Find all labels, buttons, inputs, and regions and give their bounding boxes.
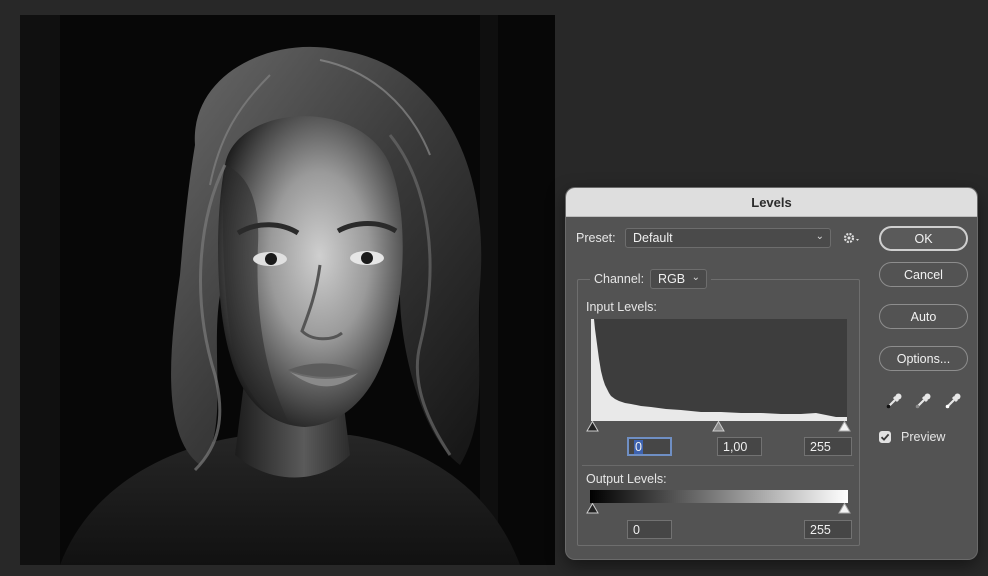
preset-value: Default [633,231,673,245]
eyedropper-black-icon[interactable] [885,392,903,413]
histogram [591,319,847,421]
portrait-photo [20,15,555,565]
input-gamma-slider[interactable] [712,420,725,435]
chevron-down-icon: ⌄ [815,231,824,242]
preset-label: Preset: [576,231,616,245]
preview-label: Preview [901,430,946,444]
channel-value: RGB [658,272,686,286]
input-gamma-value: 1,00 [723,439,748,454]
channel-select[interactable]: RGB ⌄ [650,269,708,289]
checkmark-icon [880,433,890,441]
output-gradient [590,490,848,503]
dialog-titlebar[interactable]: Levels [566,188,977,217]
levels-dialog: Levels Preset: Default ⌄ OK Cancel Auto … [566,188,977,559]
output-white-field[interactable]: 255 [804,520,852,539]
preset-select[interactable]: Default ⌄ [625,228,831,248]
input-gamma-field[interactable]: 1,00 [717,437,762,456]
options-button[interactable]: Options... [879,346,968,371]
channel-row: Channel: RGB ⌄ [590,268,712,290]
output-black-field[interactable]: 0 [627,520,672,539]
cancel-button[interactable]: Cancel [879,262,968,287]
auto-button[interactable]: Auto [879,304,968,329]
dialog-title: Levels [751,194,792,210]
input-black-value: 0 [634,439,643,454]
eyedropper-gray-icon[interactable] [914,392,932,413]
output-white-slider[interactable] [838,502,851,517]
output-black-slider[interactable] [586,502,599,517]
output-levels-label: Output Levels: [586,472,667,486]
output-white-value: 255 [810,522,831,537]
input-levels-label: Input Levels: [586,300,657,314]
preview-checkbox[interactable] [879,431,891,443]
canvas-image[interactable] [20,15,555,565]
input-black-field[interactable]: 0 [627,437,672,456]
gear-icon[interactable] [842,230,862,246]
divider [582,465,854,466]
input-white-value: 255 [810,439,831,454]
input-white-field[interactable]: 255 [804,437,852,456]
channel-label: Channel: [594,272,645,286]
chevron-down-icon: ⌄ [691,272,701,283]
eyedropper-white-icon[interactable] [944,392,962,413]
output-black-value: 0 [633,522,640,537]
input-black-slider[interactable] [586,420,599,435]
ok-button[interactable]: OK [879,226,968,251]
input-white-slider[interactable] [838,420,851,435]
